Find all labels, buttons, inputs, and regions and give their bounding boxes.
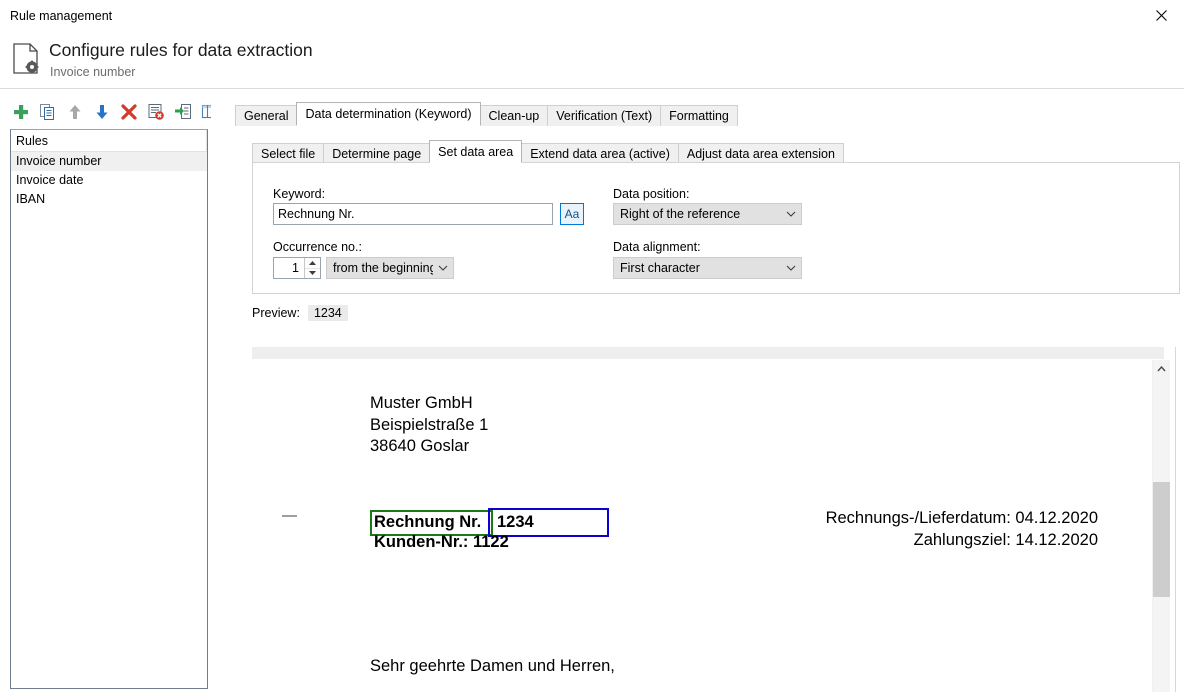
- move-down-button[interactable]: [89, 99, 115, 125]
- data-position-value: Right of the reference: [614, 207, 781, 221]
- plus-icon: [12, 103, 30, 121]
- move-up-button[interactable]: [62, 99, 88, 125]
- delete-all-button[interactable]: [143, 99, 169, 125]
- document-gear-icon: [12, 42, 42, 76]
- arrow-down-icon: [93, 103, 111, 121]
- pane-splitter[interactable]: [211, 89, 232, 692]
- window-title-bar: Rule management: [0, 0, 1184, 31]
- data-position-select[interactable]: Right of the reference: [613, 203, 802, 225]
- caret-up-icon: [1157, 366, 1166, 372]
- sender-line-3: 38640 Goslar: [370, 437, 469, 455]
- tab-formatting[interactable]: Formatting: [660, 105, 738, 126]
- rules-list-item-invoice-date[interactable]: Invoice date: [11, 171, 207, 190]
- page-header: Configure rules for data extraction Invo…: [0, 31, 1184, 89]
- subtab-select-file[interactable]: Select file: [252, 143, 324, 163]
- add-rule-button[interactable]: [8, 99, 34, 125]
- subtab-extend-data-area[interactable]: Extend data area (active): [521, 143, 679, 163]
- import-arrow-icon: [174, 103, 192, 121]
- sender-line-2: Beispielstraße 1: [370, 416, 488, 434]
- list-delete-icon: [147, 103, 165, 121]
- splitter-line: [211, 89, 212, 692]
- vertical-scrollbar[interactable]: [1152, 360, 1170, 692]
- viewer-right-edge: [1175, 347, 1176, 692]
- close-icon: [1155, 9, 1168, 22]
- page-title: Configure rules for data extraction: [49, 40, 313, 61]
- subtab-set-data-area[interactable]: Set data area: [429, 140, 522, 163]
- preview-label: Preview:: [252, 306, 300, 320]
- close-window-button[interactable]: [1139, 0, 1184, 31]
- rules-list[interactable]: Rules Invoice number Invoice date IBAN: [10, 129, 208, 689]
- caret-up-icon: [309, 261, 316, 265]
- occurrence-direction-select[interactable]: from the beginning: [326, 257, 454, 279]
- document-invoice-date-line: Rechnungs-/Lieferdatum: 04.12.2020: [826, 509, 1098, 527]
- data-alignment-select[interactable]: First character: [613, 257, 802, 279]
- tab-data-determination-keyword[interactable]: Data determination (Keyword): [296, 102, 480, 126]
- arrow-up-icon: [66, 103, 84, 121]
- document-payment-term-line: Zahlungsziel: 14.12.2020: [914, 531, 1098, 549]
- occurrence-direction-value: from the beginning: [327, 261, 433, 275]
- tab-general[interactable]: General: [235, 105, 297, 126]
- document-sender-block: Muster GmbH Beispielstraße 1 38640 Gosla…: [370, 393, 488, 458]
- rules-list-item-iban[interactable]: IBAN: [11, 190, 207, 209]
- occurrence-value: 1: [274, 258, 304, 278]
- import-button[interactable]: [170, 99, 196, 125]
- main-tab-strip: General Data determination (Keyword) Cle…: [235, 102, 737, 126]
- delete-rule-button[interactable]: [116, 99, 142, 125]
- match-case-button[interactable]: Aa: [560, 203, 584, 225]
- occurrence-label: Occurrence no.:: [273, 240, 362, 254]
- document-date-block: Rechnungs-/Lieferdatum: 04.12.2020 Zahlu…: [826, 508, 1098, 551]
- document-salutation: Sehr geehrte Damen und Herren,: [370, 657, 615, 676]
- data-alignment-value: First character: [614, 261, 781, 275]
- horizontal-scrollbar[interactable]: [252, 347, 1164, 359]
- document-keyword-text: Rechnung Nr.: [374, 513, 481, 532]
- copy-rule-button[interactable]: [35, 99, 61, 125]
- occurrence-decrement-button[interactable]: [305, 268, 320, 279]
- occurrence-increment-button[interactable]: [305, 258, 320, 268]
- rules-list-item-invoice-number[interactable]: Invoice number: [11, 152, 207, 171]
- document-canvas[interactable]: Muster GmbH Beispielstraße 1 38640 Gosla…: [252, 360, 1150, 692]
- document-preview-viewer: Muster GmbH Beispielstraße 1 38640 Gosla…: [252, 347, 1184, 692]
- subtab-determine-page[interactable]: Determine page: [323, 143, 430, 163]
- page-subtitle: Invoice number: [50, 65, 135, 79]
- tab-clean-up[interactable]: Clean-up: [480, 105, 549, 126]
- occurrence-stepper[interactable]: 1: [273, 257, 321, 279]
- vertical-scrollbar-thumb[interactable]: [1153, 482, 1170, 597]
- caret-down-icon: [309, 271, 316, 275]
- copy-icon: [39, 103, 57, 121]
- sub-tab-strip: Select file Determine page Set data area…: [252, 140, 843, 163]
- document-customer-number: Kunden-Nr.: 1122: [374, 533, 509, 552]
- rules-list-column-header: Rules: [11, 130, 207, 152]
- occurrence-spin-buttons: [304, 258, 320, 278]
- set-data-area-settings-panel: Keyword: Aa Occurrence no.: 1 from the b…: [252, 162, 1180, 294]
- sender-line-1: Muster GmbH: [370, 394, 473, 412]
- chevron-down-icon: [781, 211, 801, 217]
- window-title: Rule management: [10, 9, 112, 23]
- chevron-down-icon: [781, 265, 801, 271]
- data-alignment-label: Data alignment:: [613, 240, 701, 254]
- tab-verification-text[interactable]: Verification (Text): [547, 105, 661, 126]
- rules-pane: Rules Invoice number Invoice date IBAN: [0, 89, 211, 692]
- preview-row: Preview: 1234: [252, 303, 348, 323]
- preview-value: 1234: [308, 305, 348, 321]
- red-x-icon: [120, 103, 138, 121]
- data-position-label: Data position:: [613, 187, 689, 201]
- scroll-up-button[interactable]: [1153, 360, 1170, 377]
- rules-toolbar: [8, 98, 223, 126]
- subtab-adjust-data-area-extension[interactable]: Adjust data area extension: [678, 143, 844, 163]
- rule-detail-pane: General Data determination (Keyword) Cle…: [232, 89, 1184, 692]
- document-data-value: 1234: [497, 513, 534, 532]
- collapse-marker: [282, 515, 297, 517]
- keyword-input[interactable]: [273, 203, 553, 225]
- chevron-down-icon: [433, 265, 453, 271]
- keyword-label: Keyword:: [273, 187, 325, 201]
